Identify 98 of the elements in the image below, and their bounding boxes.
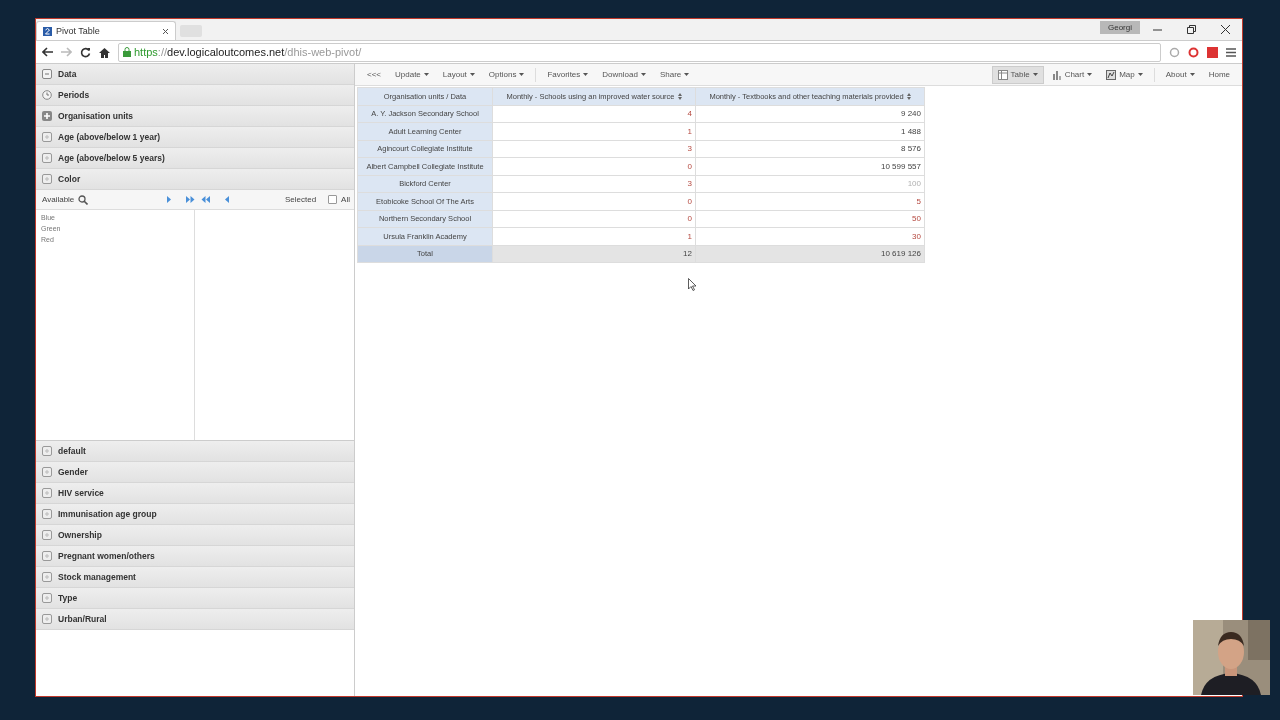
menu-button[interactable]: Download [596,66,652,83]
caret-icon [1032,73,1038,76]
arrow-left-icon[interactable] [224,196,230,203]
all-checkbox[interactable] [328,195,338,204]
map-icon [1106,69,1117,80]
caret-icon [640,73,646,76]
lock-icon [123,47,131,57]
browser-tab[interactable]: Pivot Table [36,21,176,40]
search-icon[interactable] [78,194,89,205]
dimension-header[interactable]: Type [36,588,354,609]
home-icon[interactable] [99,46,110,58]
cell-value: 0 [687,196,692,206]
reload-icon[interactable] [80,46,91,58]
all-label: All [341,195,350,204]
cell-value: 10 599 557 [880,161,921,171]
cell-value: 1 488 [900,126,921,136]
collapse-button[interactable]: <<< [361,66,387,83]
dimension-header[interactable]: Age (above/below 5 years) [36,148,354,169]
tab-title: Pivot Table [56,26,101,36]
dimension-header[interactable]: default [36,441,354,462]
dimension-icon [42,593,52,603]
caret-icon [469,73,475,76]
double-arrow-left-icon[interactable] [201,196,210,203]
arrow-right-icon[interactable] [166,196,172,203]
cell-value: 1 [687,231,692,241]
dimension-header[interactable]: Gender [36,462,354,483]
dimension-icon [42,153,52,163]
dimension-icon [42,551,52,561]
dimension-header[interactable]: HIV service [36,483,354,504]
dimension-icon [42,446,52,456]
cell-value: 3 [687,179,692,189]
selected-label: Selected [284,195,317,204]
menu-button[interactable]: Update [389,66,435,83]
close-icon[interactable] [1220,24,1230,34]
caret-icon [1189,73,1195,76]
caret-icon [519,73,525,76]
cell-value: 3 [687,144,692,154]
extension-icon[interactable] [1188,46,1199,58]
dimension-icon [42,614,52,624]
menu-button[interactable]: Favorites [541,66,595,83]
data-icon [42,69,52,79]
caret-icon [583,73,589,76]
plus-icon [42,111,52,121]
cell-value: 1 [687,126,692,136]
cell-value: 100 [907,179,921,189]
cell-value: 9 240 [900,109,921,119]
dimension-header[interactable]: Pregnant women/others [36,546,354,567]
sort-icon[interactable] [906,92,911,100]
profile-button[interactable]: Georgi [1100,21,1140,34]
cell-value: 0 [687,214,692,224]
close-icon[interactable] [162,27,169,35]
home-button[interactable]: Home [1202,66,1236,83]
cell-value: 5 [916,196,921,206]
extension-icon[interactable] [1207,46,1218,58]
dimension-icon [42,488,52,498]
dimension-header[interactable]: Periods [36,85,354,106]
cell-value: 4 [687,109,692,119]
cursor-icon [688,278,697,291]
dimension-icon [42,530,52,540]
menu-button[interactable]: Share [653,66,696,83]
dimension-header[interactable]: Immunisation age group [36,504,354,525]
dimension-icon [42,509,52,519]
caret-icon [684,73,690,76]
cell-value: 50 [912,214,921,224]
restore-icon[interactable] [1186,24,1196,34]
dimension-header[interactable]: Ownership [36,525,354,546]
dimension-header[interactable]: Stock management [36,567,354,588]
sort-icon[interactable] [677,92,682,100]
address-bar[interactable]: https://dev.logicaloutcomes.net/dhis-web-pivot/ [118,42,1161,62]
dimension-icon [42,174,52,184]
double-arrow-right-icon[interactable] [186,196,195,203]
view-button[interactable]: Table [991,65,1044,84]
menu-icon[interactable] [1226,47,1236,57]
bar-chart-icon [1051,69,1062,80]
table-icon [997,69,1008,80]
app-logo-icon [43,26,52,36]
view-button[interactable]: Chart [1045,65,1099,84]
about-button[interactable]: About [1159,66,1201,83]
dimension-header[interactable]: Color [36,169,354,190]
available-label: Available [42,195,75,204]
clock-icon [42,90,52,100]
dimension-icon [42,572,52,582]
cell-value: 30 [912,231,921,241]
dimension-header[interactable]: Data [36,64,354,85]
caret-icon [1087,73,1093,76]
dimension-header[interactable]: Organisation units [36,106,354,127]
dimension-icon [42,467,52,477]
caret-icon [423,73,429,76]
caret-icon [1137,73,1143,76]
view-button[interactable]: Map [1100,65,1149,84]
cell-value: 0 [687,161,692,171]
dimension-header[interactable]: Age (above/below 1 year) [36,127,354,148]
back-icon[interactable] [42,47,53,57]
menu-button[interactable]: Options [482,66,531,83]
menu-button[interactable]: Layout [436,66,481,83]
dimension-icon [42,132,52,142]
cell-value: 8 576 [900,144,921,154]
dimension-header[interactable]: Urban/Rural [36,609,354,630]
